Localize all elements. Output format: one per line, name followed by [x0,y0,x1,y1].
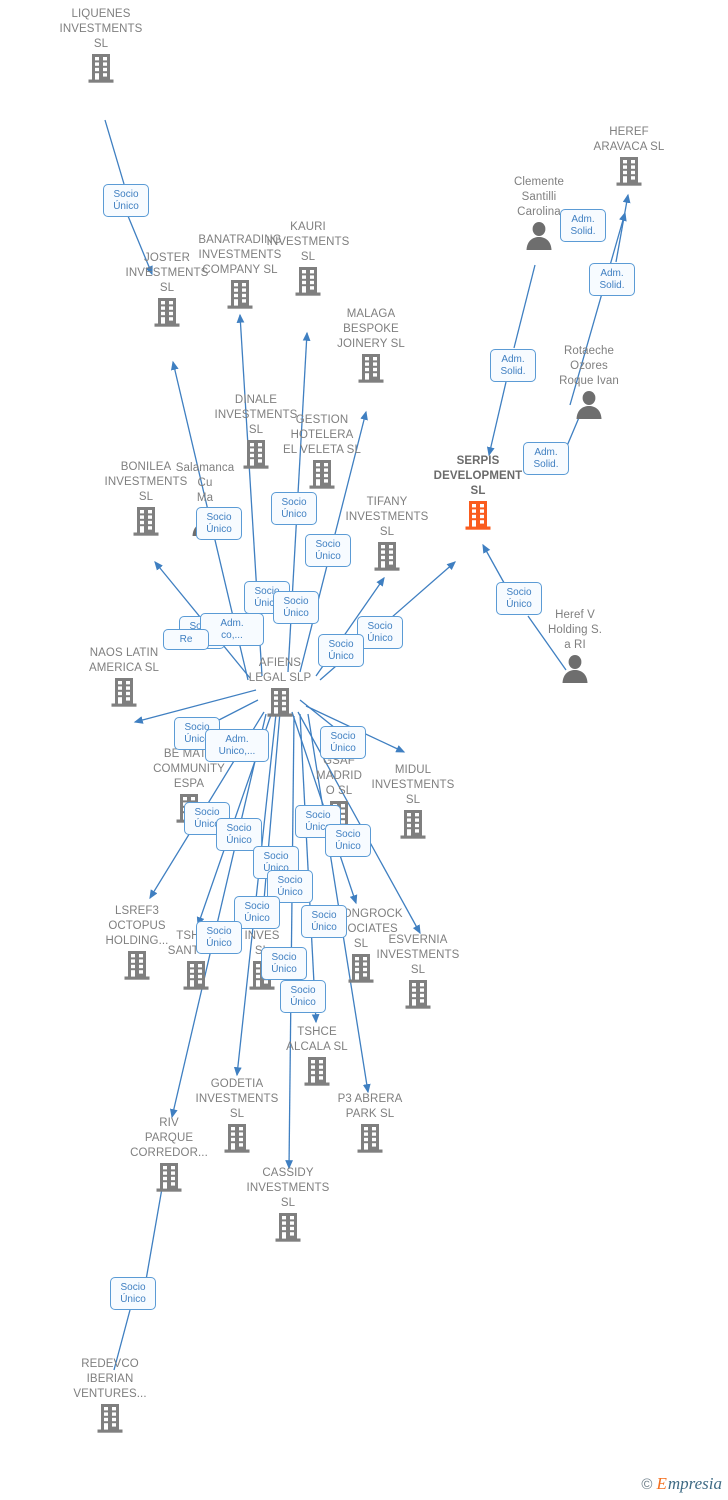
relation-label-r26[interactable]: Socio Único [110,1277,156,1310]
graph-node-herefv[interactable]: Heref V Holding S. a RI [500,608,650,683]
building-icon [358,354,384,383]
building-icon [295,267,321,296]
graph-node-rotaeche[interactable]: Rotaeche Ozores Roque Ivan [514,344,664,419]
relation-label-r25[interactable]: Socio Único [280,980,326,1013]
relation-label-r8[interactable]: Adm. co,... [200,613,264,646]
relation-label-r13[interactable]: Adm. Unico,... [205,729,269,762]
node-icon-wrap-esvernia[interactable] [343,978,493,1010]
node-icon-wrap-p3abrera[interactable] [295,1122,445,1154]
person-icon [576,391,602,419]
node-label-midul: MIDUL INVESTMENTS SL [371,764,455,806]
building-icon [616,157,642,186]
relation-label-r23[interactable]: Socio Único [196,921,242,954]
node-icon-wrap-cassidy[interactable] [213,1211,363,1243]
relation-label-r14[interactable]: Socio Único [320,726,366,759]
node-label-naos: NAOS LATIN AMERICA SL [88,647,160,674]
building-icon [374,542,400,571]
network-diagram-canvas: LIQUENES INVESTMENTS SL JOSTER INVESTMENT… [0,0,728,1500]
graph-node-esvernia[interactable]: ESVERNIA INVESTMENTS SL [343,933,493,1010]
graph-node-p3abrera[interactable]: P3 ABRERA PARK SL [295,1092,445,1154]
graph-node-kauri[interactable]: KAURI INVESTMENTS SL [233,220,383,297]
brand-initial: E [656,1474,667,1493]
building-icon [111,678,137,707]
relation-label-r1[interactable]: Socio Único [103,184,149,217]
relation-label-r6[interactable]: Socio Único [273,591,319,624]
node-label-liquenes: LIQUENES INVESTMENTS SL [59,8,143,50]
relation-label-r30[interactable]: Adm. Solid. [523,442,569,475]
relation-label-r28[interactable]: Adm. Solid. [589,263,635,296]
node-icon-wrap-naos[interactable] [49,676,199,708]
node-label-gestion: GESTION HOTELERA EL VELETA SL [283,414,361,456]
node-icon-wrap-liquenes[interactable] [26,52,176,84]
edge-r28-to-heref_aravaca [615,193,631,263]
node-label-esvernia: ESVERNIA INVESTMENTS SL [376,934,460,976]
building-icon [88,54,114,83]
node-icon-wrap-afiens[interactable] [205,686,355,718]
person-icon [526,222,552,250]
node-label-tshce_alcala: TSHCE ALCALA SL [286,1026,348,1053]
building-icon [357,1124,383,1153]
node-label-kauri: KAURI INVESTMENTS SL [266,221,350,263]
graph-node-redevco[interactable]: REDEVCO IBERIAN VENTURES... [35,1357,185,1434]
relation-label-r4[interactable]: Socio Único [305,534,351,567]
building-icon [156,1163,182,1192]
relation-label-r9[interactable]: Re [163,629,209,650]
node-label-redevco: REDEVCO IBERIAN VENTURES... [73,1358,147,1400]
relation-label-r2[interactable]: Socio Único [196,507,242,540]
node-icon-wrap-kauri[interactable] [233,265,383,297]
graph-node-cassidy[interactable]: CASSIDY INVESTMENTS SL [213,1166,363,1243]
edge-liquenes-to-r1 [104,119,125,185]
node-icon-wrap-herefv[interactable] [500,653,650,683]
relation-label-r31[interactable]: Socio Único [496,582,542,615]
node-label-salamanca: Salamanca Cu Ma [175,462,235,504]
graph-node-liquenes[interactable]: LIQUENES INVESTMENTS SL [26,7,176,84]
graph-node-naos[interactable]: NAOS LATIN AMERICA SL [49,646,199,708]
edge-r29-to-serpis [486,381,507,457]
node-label-cassidy: CASSIDY INVESTMENTS SL [246,1167,330,1209]
node-label-heref_aravaca: HEREF ARAVACA SL [593,126,665,153]
node-icon-wrap-serpis[interactable] [403,499,553,531]
node-label-riv: RIV PARQUE CORREDOR... [130,1117,208,1159]
building-icon [405,980,431,1009]
building-icon [275,1213,301,1242]
building-icon [400,810,426,839]
node-icon-wrap-redevco[interactable] [35,1402,185,1434]
edge-clemente-to-r29 [513,264,536,349]
node-label-malaga: MALAGA BESPOKE JOINERY SL [337,308,405,350]
node-label-p3abrera: P3 ABRERA PARK SL [337,1093,403,1120]
person-icon [562,655,588,683]
building-icon [309,460,335,489]
graph-node-malaga[interactable]: MALAGA BESPOKE JOINERY SL [296,307,446,384]
copyright-symbol: © [641,1475,653,1493]
relation-label-r24[interactable]: Socio Único [261,947,307,980]
relation-label-r11[interactable]: Socio Único [318,634,364,667]
node-icon-wrap-malaga[interactable] [296,352,446,384]
building-icon [267,688,293,717]
relation-label-r27[interactable]: Adm. Solid. [560,209,606,242]
building-icon [465,501,491,530]
relation-label-r29[interactable]: Adm. Solid. [490,349,536,382]
node-icon-wrap-rotaeche[interactable] [514,389,664,419]
relation-label-r18[interactable]: Socio Único [325,824,371,857]
brand-name: mpresia [667,1474,722,1493]
empresia-watermark: © E mpresia [641,1474,722,1494]
relation-label-r22[interactable]: Socio Único [301,905,347,938]
node-label-rotaeche: Rotaeche Ozores Roque Ivan [559,345,619,387]
building-icon [97,1404,123,1433]
relation-label-r3[interactable]: Socio Único [271,492,317,525]
